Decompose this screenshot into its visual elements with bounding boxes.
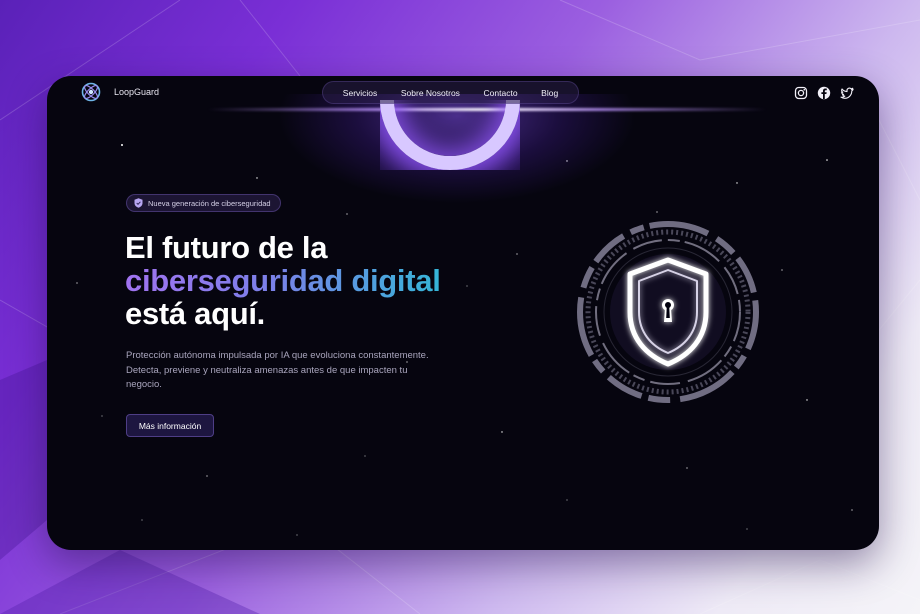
nav-item-sobre-nosotros[interactable]: Sobre Nosotros (401, 88, 460, 98)
twitter-icon[interactable] (840, 86, 854, 100)
hero-description: Protección autónoma impulsada por IA que… (126, 350, 429, 390)
shield-lock-icon (577, 221, 759, 403)
hero-badge: Nueva generación de ciberseguridad (126, 194, 281, 212)
navbar: LoopGuard Servicios Sobre Nosotros Conta… (47, 76, 879, 110)
nav-item-servicios[interactable]: Servicios (343, 88, 377, 98)
nav-item-blog[interactable]: Blog (541, 88, 558, 98)
hero-title-line-3: está aquí. (125, 296, 265, 331)
hero-title-line-1: El futuro de la (125, 230, 328, 265)
loopguard-logo-icon[interactable] (81, 82, 101, 102)
main-nav: Servicios Sobre Nosotros Contacto Blog (322, 81, 579, 104)
shield-check-icon (134, 198, 143, 208)
brand-name[interactable]: LoopGuard (114, 87, 159, 97)
badge-text: Nueva generación de ciberseguridad (148, 198, 271, 208)
hero-title-line-2: ciberseguridad digital (125, 263, 441, 298)
facebook-icon[interactable] (817, 86, 831, 100)
browser-window: LoopGuard Servicios Sobre Nosotros Conta… (47, 76, 879, 550)
nav-item-contacto[interactable]: Contacto (484, 88, 518, 98)
instagram-icon[interactable] (794, 86, 808, 100)
more-info-button[interactable]: Más información (126, 414, 214, 437)
